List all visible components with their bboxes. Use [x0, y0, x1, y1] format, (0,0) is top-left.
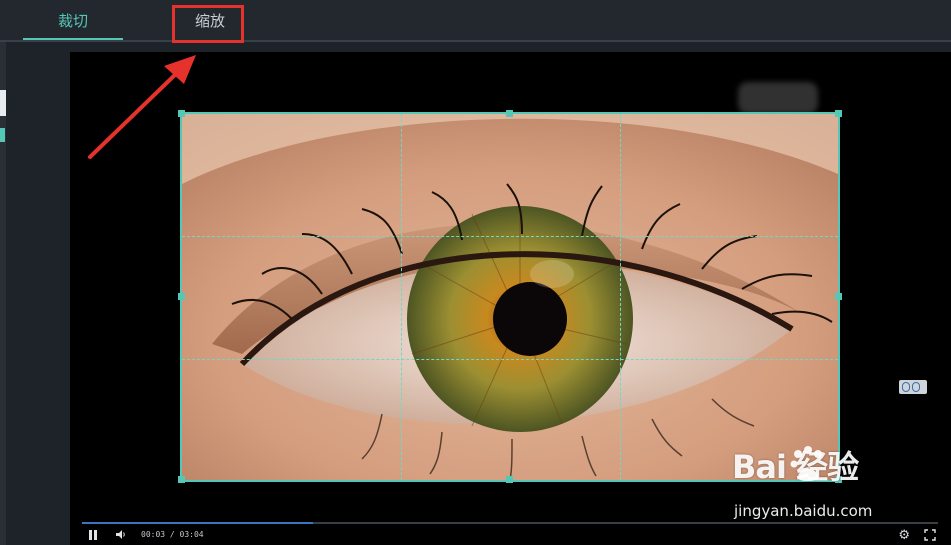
side-panel — [6, 42, 70, 545]
progress-fill — [82, 522, 314, 524]
crop-handle-bottom[interactable] — [506, 476, 513, 483]
fullscreen-icon[interactable] — [924, 529, 936, 541]
crop-grid-line — [182, 236, 838, 237]
crop-handle-top-right[interactable] — [835, 110, 842, 117]
crop-grid-line — [182, 359, 838, 360]
crop-grid-line — [401, 114, 402, 480]
crop-handle-right[interactable] — [835, 293, 842, 300]
pause-icon[interactable] — [88, 530, 98, 540]
paw-icon — [790, 446, 822, 481]
player-controls: 00:03 / 03:04 ⚙ — [82, 526, 938, 545]
volume-icon[interactable] — [115, 529, 126, 540]
mini-control-icon — [912, 382, 920, 392]
eye-video-frame — [182, 114, 838, 480]
timecode: 00:03 / 03:04 — [141, 530, 204, 539]
mini-control-icon — [902, 382, 910, 392]
crop-handle-bottom-left[interactable] — [178, 476, 185, 483]
tab-crop[interactable]: 裁切 — [23, 0, 123, 40]
crop-grid-line — [620, 114, 621, 480]
crop-handle-top[interactable] — [506, 110, 513, 117]
crop-handle-left[interactable] — [178, 293, 185, 300]
left-edge-teal-marker — [0, 128, 5, 142]
crop-handle-top-left[interactable] — [178, 110, 185, 117]
baidu-watermark: Bai 经验 jingyan.baidu.com — [730, 440, 950, 520]
settings-gear-icon[interactable]: ⚙ — [898, 528, 910, 543]
tab-crop-label: 裁切 — [57, 12, 88, 30]
crop-frame[interactable] — [180, 112, 840, 482]
tab-bar: 裁切 缩放 — [0, 0, 951, 42]
annotation-highlight-box — [172, 5, 244, 43]
mini-control[interactable] — [899, 380, 927, 394]
watermark-url: jingyan.baidu.com — [734, 502, 873, 520]
active-tab-underline — [23, 38, 123, 40]
progress-track[interactable] — [82, 522, 938, 524]
blurred-overlay — [738, 82, 818, 114]
